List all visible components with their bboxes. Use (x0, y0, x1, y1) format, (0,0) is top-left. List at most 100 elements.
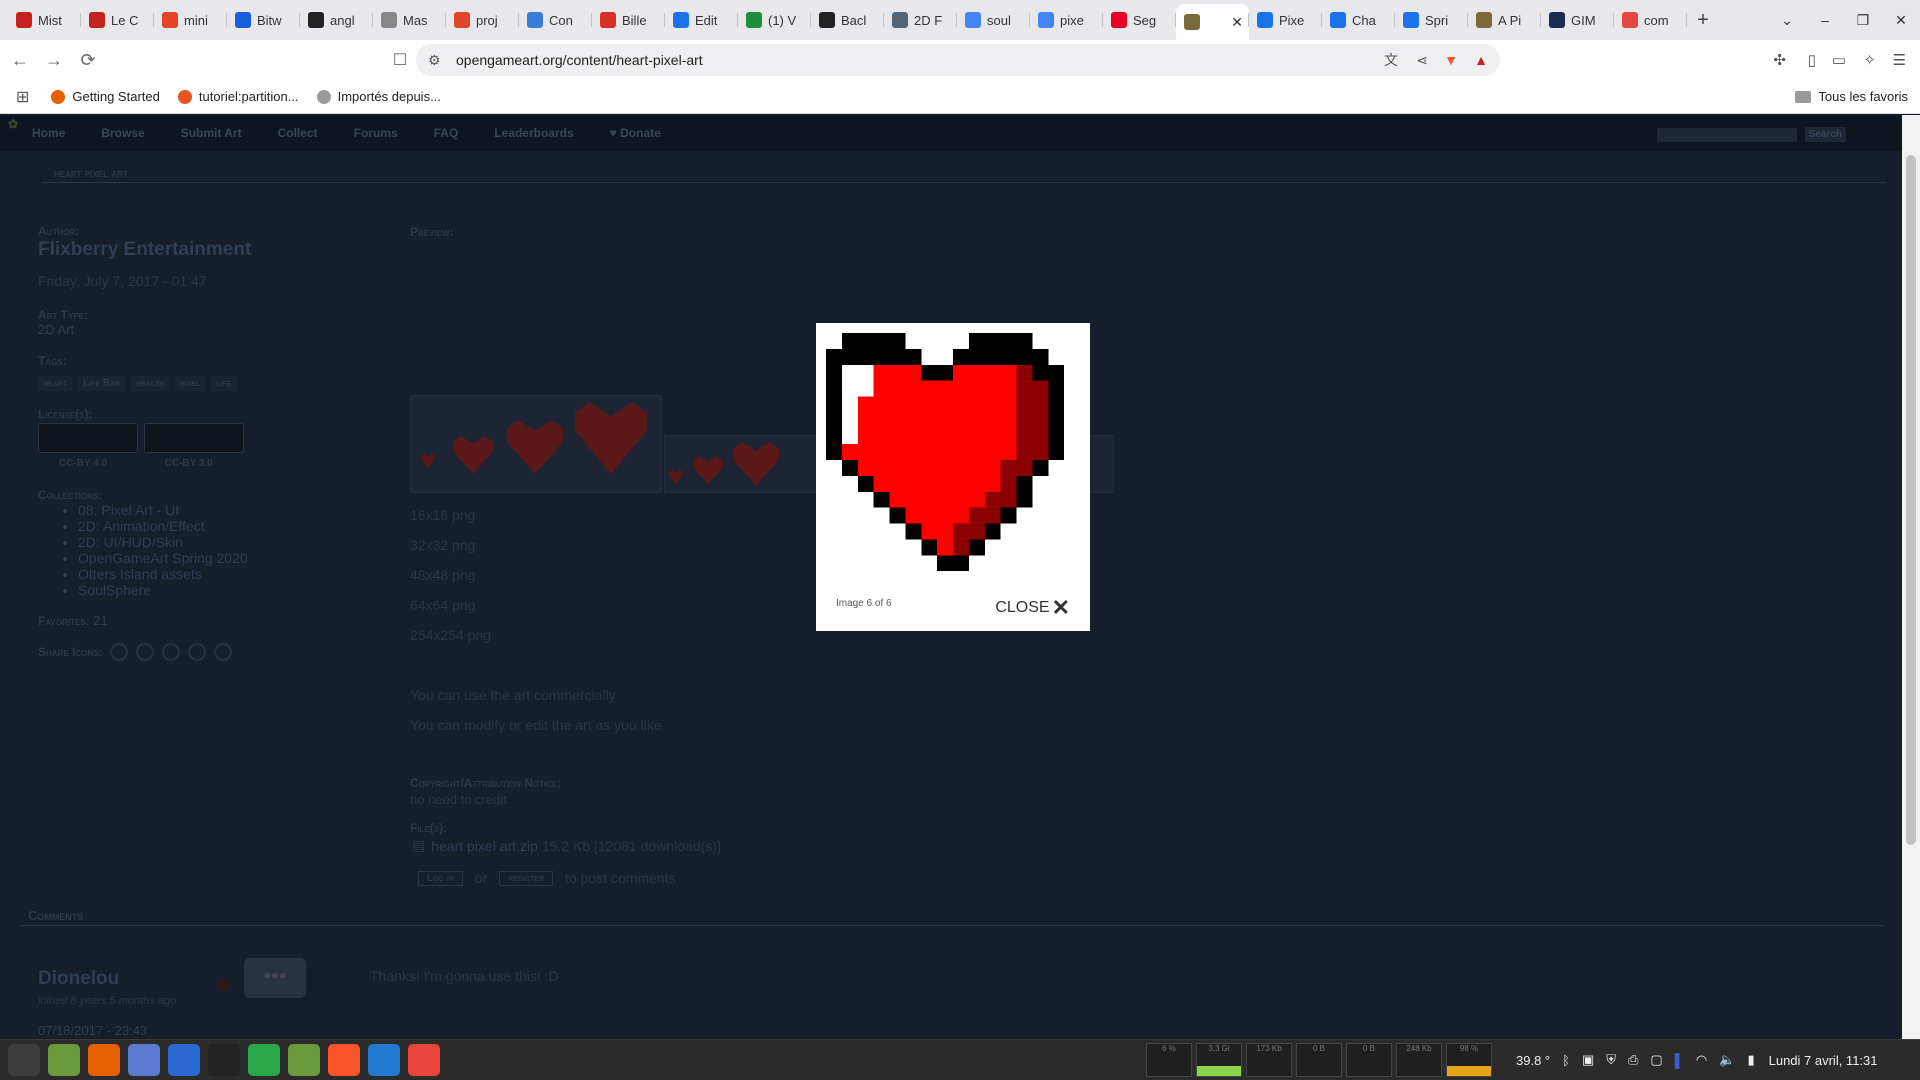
browser-tab[interactable]: Pixe (1249, 4, 1322, 36)
vscode-icon[interactable] (368, 1044, 400, 1076)
browser-tab[interactable]: Con (519, 4, 592, 36)
mail-icon[interactable] (128, 1044, 160, 1076)
heart-pixel (1000, 364, 1017, 381)
heart-pixel (968, 460, 985, 476)
heart-pixel (953, 460, 969, 476)
heart-pixel (1000, 348, 1017, 365)
browser-tab[interactable]: A Pi (1468, 4, 1541, 36)
heart-pixel (921, 460, 938, 476)
heart-pixel (857, 444, 874, 460)
wifi-icon[interactable]: ◠ (1696, 1052, 1707, 1068)
printer-icon[interactable]: ⎙ (1628, 1052, 1638, 1068)
system-monitor-graph[interactable]: 248 Kb (1396, 1043, 1442, 1077)
clipboard-icon[interactable]: ▣ (1582, 1052, 1594, 1068)
volume-icon[interactable]: 🔈 (1719, 1052, 1735, 1068)
maximize-icon[interactable]: ❐ (1844, 12, 1882, 29)
heart-pixel (921, 412, 938, 429)
browser-tab[interactable]: Bitw (227, 4, 300, 36)
forward-button[interactable]: → (40, 50, 68, 71)
browser-tab[interactable]: Edit (665, 4, 738, 36)
calc-icon[interactable] (248, 1044, 280, 1076)
browser-tab[interactable]: angl (300, 4, 373, 36)
minimize-icon[interactable]: – (1806, 12, 1844, 28)
heart-pixel (841, 428, 858, 445)
browser-tab[interactable]: pixe (1030, 4, 1103, 36)
files-icon[interactable] (48, 1044, 80, 1076)
browser-tab[interactable]: com (1614, 4, 1687, 36)
bookmark-item[interactable]: Getting Started (51, 89, 160, 104)
apps-grid-icon[interactable]: ⊞ (16, 87, 29, 107)
lightbox-close-button[interactable]: CLOSE ✕ (995, 595, 1070, 621)
keyboard-layout-icon[interactable]: ▌ (1675, 1053, 1684, 1068)
wallet-icon[interactable]: ▭ (1832, 51, 1846, 69)
system-monitor-graph[interactable]: 6 % (1146, 1043, 1192, 1077)
page-scrollbar[interactable] (1902, 115, 1920, 1039)
window-close-icon[interactable]: ✕ (1882, 12, 1920, 29)
browser-tab[interactable]: proj (446, 4, 519, 36)
bookmark-icon[interactable]: ☐ (386, 50, 414, 70)
translate-icon[interactable]: 文 (1384, 50, 1398, 70)
browser-tab[interactable]: (1) V (738, 4, 811, 36)
menu-icon[interactable]: ☰ (1893, 51, 1906, 69)
browser-tab[interactable]: Le C (81, 4, 154, 36)
share-icon[interactable]: ⋖ (1416, 52, 1428, 69)
browser-tab[interactable]: ✕ (1176, 4, 1249, 40)
bookmark-item[interactable]: tutoriel:partition... (177, 89, 299, 104)
address-bar[interactable]: ⚙ opengameart.org/content/heart-pixel-ar… (416, 44, 1500, 76)
browser-tab[interactable]: 2D F (884, 4, 957, 36)
all-bookmarks[interactable]: Tous les favoris (1795, 89, 1908, 104)
browser-tab[interactable]: mini (154, 4, 227, 36)
heart-pixel (968, 396, 985, 413)
close-tab-icon[interactable]: ✕ (1231, 14, 1243, 31)
heart-pixel (1000, 412, 1017, 429)
scrollbar-thumb[interactable] (1906, 155, 1916, 845)
system-monitor-graph[interactable]: 0 B (1296, 1043, 1342, 1077)
update-icon[interactable]: ▢ (1650, 1052, 1662, 1068)
back-button[interactable]: ← (6, 50, 34, 71)
new-tab-button[interactable]: + (1687, 9, 1719, 32)
sidebar-icon[interactable]: ▯ (1808, 51, 1816, 69)
reload-button[interactable]: ⟳ (74, 50, 102, 71)
system-monitor-graph[interactable]: 0 B (1346, 1043, 1392, 1077)
extensions-icon[interactable]: ✣ (1773, 51, 1786, 69)
folder-icon[interactable] (288, 1044, 320, 1076)
clock[interactable]: Lundi 7 avril, 11:31 (1769, 1053, 1878, 1068)
heart-pixel (953, 507, 969, 524)
browser-tab[interactable]: Mist (8, 4, 81, 36)
heart-pixel (1016, 491, 1033, 508)
browser-tab[interactable]: Spri (1395, 4, 1468, 36)
mint-menu-icon[interactable] (8, 1044, 40, 1076)
browser-tab[interactable]: Bille (592, 4, 665, 36)
brave-icon[interactable] (328, 1044, 360, 1076)
system-monitor-graph[interactable]: 173 Kb (1246, 1043, 1292, 1077)
heart-pixel (873, 428, 890, 445)
system-monitor-graph[interactable]: 98 % (1446, 1043, 1492, 1077)
heart-pixel (984, 491, 1001, 508)
tab-label: A Pi (1498, 12, 1522, 28)
browser-tab[interactable]: soul (957, 4, 1030, 36)
heart-pixel (984, 412, 1001, 429)
browser-tab[interactable]: Mas (373, 4, 446, 36)
bluetooth-icon[interactable]: ᛒ (1562, 1053, 1570, 1068)
gmail-icon (16, 12, 32, 28)
tab-list-icon[interactable]: ⌄ (1768, 12, 1806, 29)
browser-tab[interactable]: GIM (1541, 4, 1614, 36)
battery-icon[interactable]: ▮ (1747, 1052, 1754, 1068)
heart-pixel (873, 333, 890, 349)
browser-tab[interactable]: Cha (1322, 4, 1395, 36)
ticket-icon (600, 12, 616, 28)
brave-shields-icon[interactable]: ▼ (1444, 52, 1458, 68)
shield-icon[interactable]: ⛨ (1606, 1052, 1616, 1068)
site-info-icon[interactable]: ⚙ (428, 52, 441, 69)
heart-pixel (937, 555, 953, 572)
leo-icon[interactable]: ✧ (1863, 51, 1876, 69)
system-monitor-graph[interactable]: 3,3 Gi (1196, 1043, 1242, 1077)
brave-rewards-icon[interactable]: ▲ (1474, 52, 1488, 68)
firefox-icon[interactable] (88, 1044, 120, 1076)
writer-icon[interactable] (168, 1044, 200, 1076)
gitkraken-icon[interactable] (408, 1044, 440, 1076)
browser-tab[interactable]: Bacl (811, 4, 884, 36)
bookmark-item[interactable]: Importés depuis... (316, 89, 441, 104)
terminal-icon[interactable] (208, 1044, 240, 1076)
browser-tab[interactable]: Seg (1103, 4, 1176, 36)
